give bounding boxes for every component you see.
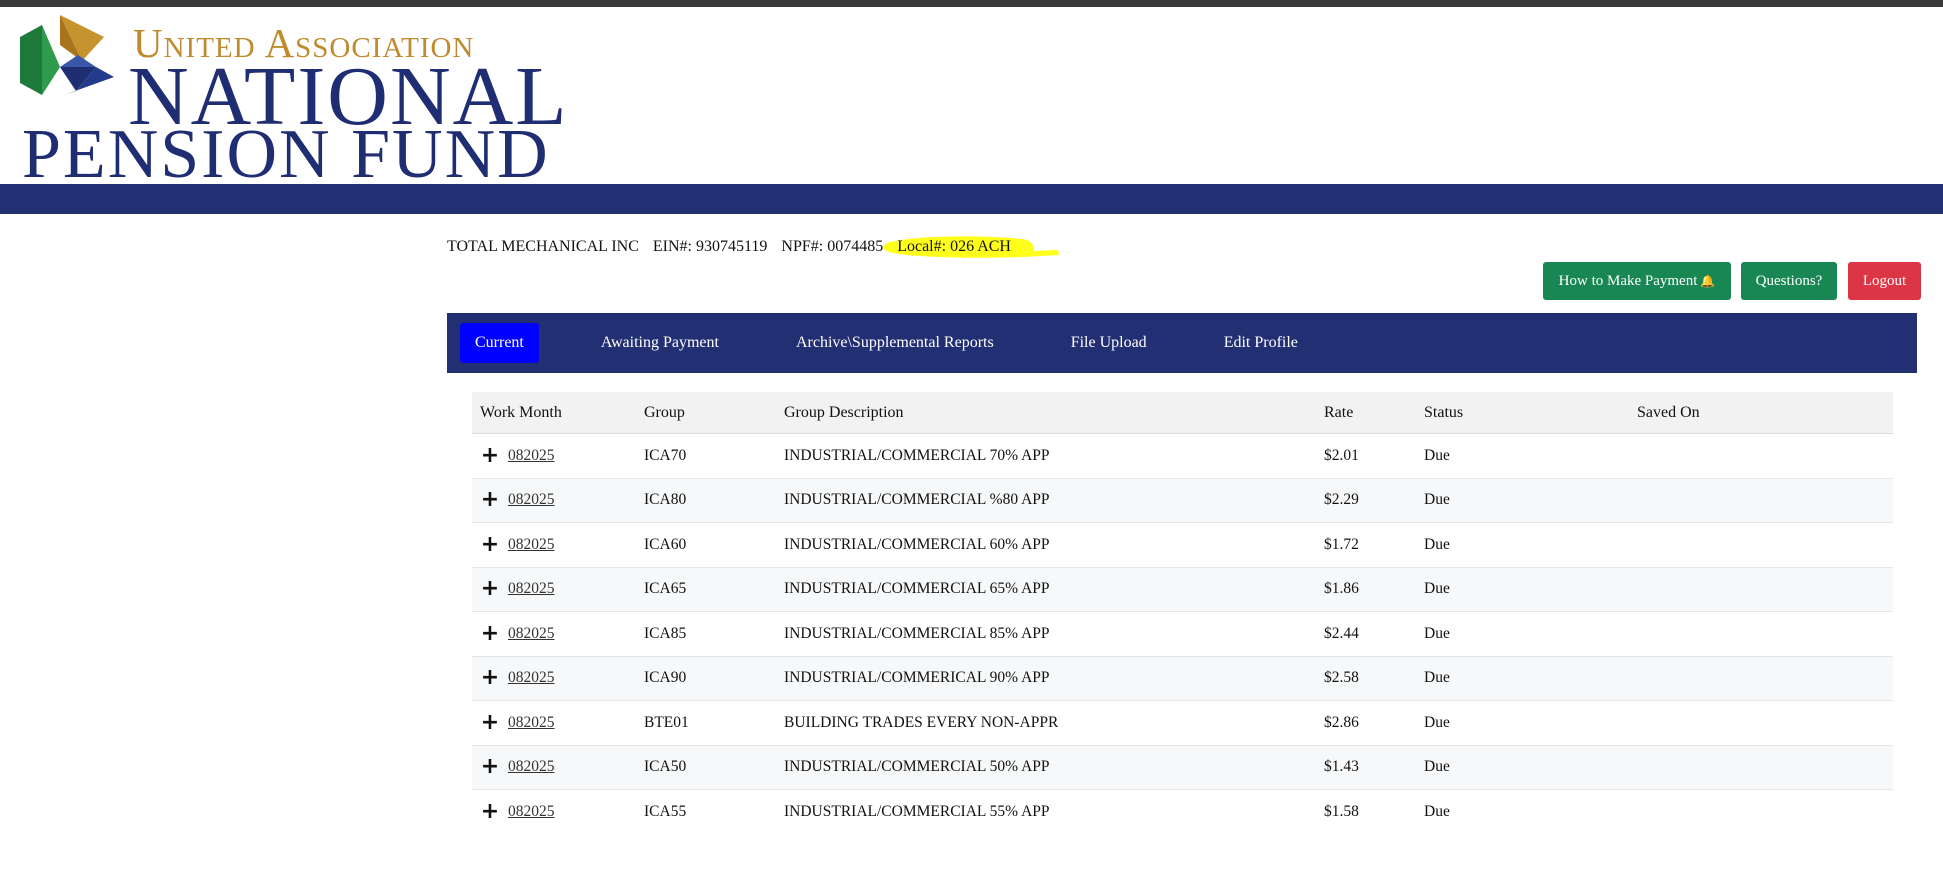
- logo-mark-icon: [20, 15, 114, 95]
- employer-npf: NPF#: 0074485: [781, 238, 884, 255]
- questions-button[interactable]: Questions?: [1741, 262, 1837, 300]
- status-cell: Due: [1424, 803, 1450, 821]
- expand-plus-icon[interactable]: +: [480, 622, 500, 645]
- header-work-month: Work Month: [480, 403, 562, 421]
- table-row: +082025 ICA90 INDUSTRIAL/COMMERICAL 90% …: [472, 656, 1893, 701]
- rate-cell: $2.86: [1324, 713, 1359, 731]
- header-band: [0, 184, 1943, 214]
- description-cell: INDUSTRIAL/COMMERCIAL 85% APP: [784, 624, 1050, 642]
- work-month-link[interactable]: 082025: [508, 447, 555, 465]
- description-cell: INDUSTRIAL/COMMERCIAL 60% APP: [784, 535, 1050, 553]
- status-cell: Due: [1424, 446, 1450, 464]
- rate-cell: $1.43: [1324, 758, 1359, 776]
- expand-plus-icon[interactable]: +: [480, 801, 500, 823]
- group-cell: ICA80: [644, 491, 687, 509]
- expand-plus-icon[interactable]: +: [480, 489, 500, 511]
- employer-ein: EIN#: 930745119: [652, 238, 768, 255]
- table-row: +082025 ICA50 INDUSTRIAL/COMMERCIAL 50% …: [472, 745, 1893, 790]
- work-month-link[interactable]: 082025: [508, 669, 555, 687]
- tab-current[interactable]: Current: [460, 323, 539, 363]
- rate-cell: $1.72: [1324, 535, 1359, 553]
- table-row: +082025 ICA80 INDUSTRIAL/COMMERCIAL %80 …: [472, 478, 1893, 523]
- group-cell: ICA85: [644, 624, 687, 642]
- status-cell: Due: [1424, 580, 1450, 598]
- rate-cell: $2.29: [1324, 491, 1359, 509]
- status-cell: Due: [1424, 713, 1450, 731]
- status-cell: Due: [1424, 669, 1450, 687]
- description-cell: INDUSTRIAL/COMMERCIAL 65% APP: [784, 580, 1050, 598]
- description-cell: INDUSTRIAL/COMMERCIAL %80 APP: [784, 491, 1050, 509]
- expand-plus-icon[interactable]: +: [480, 533, 500, 556]
- group-cell: ICA70: [644, 446, 687, 464]
- work-month-link[interactable]: 082025: [508, 758, 555, 776]
- header-status: Status: [1424, 403, 1464, 421]
- expand-plus-icon[interactable]: +: [480, 444, 500, 467]
- expand-plus-icon[interactable]: +: [480, 756, 500, 778]
- work-month-link[interactable]: 082025: [508, 536, 555, 554]
- work-month-link[interactable]: 082025: [508, 625, 555, 643]
- rate-cell: $2.44: [1324, 624, 1359, 642]
- main-nav: Current Awaiting Payment Archive\Supplem…: [447, 313, 1917, 373]
- group-cell: ICA55: [644, 803, 687, 821]
- header-saved-on: Saved On: [1637, 403, 1700, 421]
- table-row: +082025 ICA65 INDUSTRIAL/COMMERCIAL 65% …: [472, 567, 1893, 612]
- employer-info: TOTAL MECHANICAL INC EIN#: 930745119 NPF…: [447, 236, 1060, 258]
- header-group: Group: [644, 403, 685, 421]
- bell-icon: 🔔: [1700, 273, 1716, 288]
- logout-button[interactable]: Logout: [1848, 262, 1921, 300]
- work-month-link[interactable]: 082025: [508, 714, 555, 732]
- employer-name: TOTAL MECHANICAL INC: [447, 238, 639, 255]
- rate-cell: $2.58: [1324, 669, 1359, 687]
- logo-line-pension-fund: PENSION FUND: [22, 116, 550, 193]
- expand-plus-icon[interactable]: +: [480, 667, 500, 689]
- table-row: +082025 ICA60 INDUSTRIAL/COMMERCIAL 60% …: [472, 523, 1893, 568]
- expand-plus-icon[interactable]: +: [480, 578, 500, 600]
- group-cell: ICA60: [644, 535, 687, 553]
- work-month-link[interactable]: 082025: [508, 580, 555, 598]
- header-rate: Rate: [1324, 403, 1354, 421]
- table-row: +082025 ICA70 INDUSTRIAL/COMMERCIAL 70% …: [472, 434, 1893, 479]
- status-cell: Due: [1424, 535, 1450, 553]
- group-cell: ICA90: [644, 669, 687, 687]
- tab-file-upload[interactable]: File Upload: [1056, 323, 1162, 363]
- group-cell: BTE01: [644, 713, 689, 731]
- group-cell: ICA50: [644, 758, 687, 776]
- tab-awaiting-payment[interactable]: Awaiting Payment: [586, 323, 734, 363]
- table-row: +082025 BTE01 BUILDING TRADES EVERY NON-…: [472, 701, 1893, 746]
- tab-edit-profile[interactable]: Edit Profile: [1209, 323, 1313, 363]
- rate-cell: $2.01: [1324, 446, 1359, 464]
- top-strip: [0, 0, 1943, 7]
- expand-plus-icon[interactable]: +: [480, 711, 500, 734]
- logo: United Association NATIONAL PENSION FUND: [20, 15, 567, 190]
- work-month-link[interactable]: 082025: [508, 803, 555, 821]
- work-month-link[interactable]: 082025: [508, 491, 555, 509]
- rate-cell: $1.58: [1324, 803, 1359, 821]
- group-cell: ICA65: [644, 580, 687, 598]
- table-row: +082025 ICA85 INDUSTRIAL/COMMERCIAL 85% …: [472, 612, 1893, 657]
- reports-table: Work Month Group Group Description Rate …: [472, 392, 1893, 835]
- employer-local-label: Local#: 026 ACH: [897, 238, 1011, 255]
- status-cell: Due: [1424, 491, 1450, 509]
- description-cell: BUILDING TRADES EVERY NON-APPR: [784, 713, 1059, 731]
- description-cell: INDUSTRIAL/COMMERCIAL 55% APP: [784, 803, 1050, 821]
- description-cell: INDUSTRIAL/COMMERCIAL 50% APP: [784, 758, 1050, 776]
- table-header: Work Month Group Group Description Rate …: [472, 392, 1893, 434]
- employer-local: Local#: 026 ACH: [883, 236, 1060, 258]
- description-cell: INDUSTRIAL/COMMERICAL 90% APP: [784, 669, 1050, 687]
- description-cell: INDUSTRIAL/COMMERCIAL 70% APP: [784, 446, 1050, 464]
- status-cell: Due: [1424, 624, 1450, 642]
- rate-cell: $1.86: [1324, 580, 1359, 598]
- header-group-description: Group Description: [784, 403, 904, 421]
- how-to-make-payment-label: How to Make Payment: [1558, 272, 1698, 289]
- table-row: +082025 ICA55 INDUSTRIAL/COMMERCIAL 55% …: [472, 790, 1893, 835]
- how-to-make-payment-button[interactable]: How to Make Payment 🔔: [1543, 262, 1731, 300]
- tab-archive-supplemental-reports[interactable]: Archive\Supplemental Reports: [781, 323, 1009, 363]
- status-cell: Due: [1424, 758, 1450, 776]
